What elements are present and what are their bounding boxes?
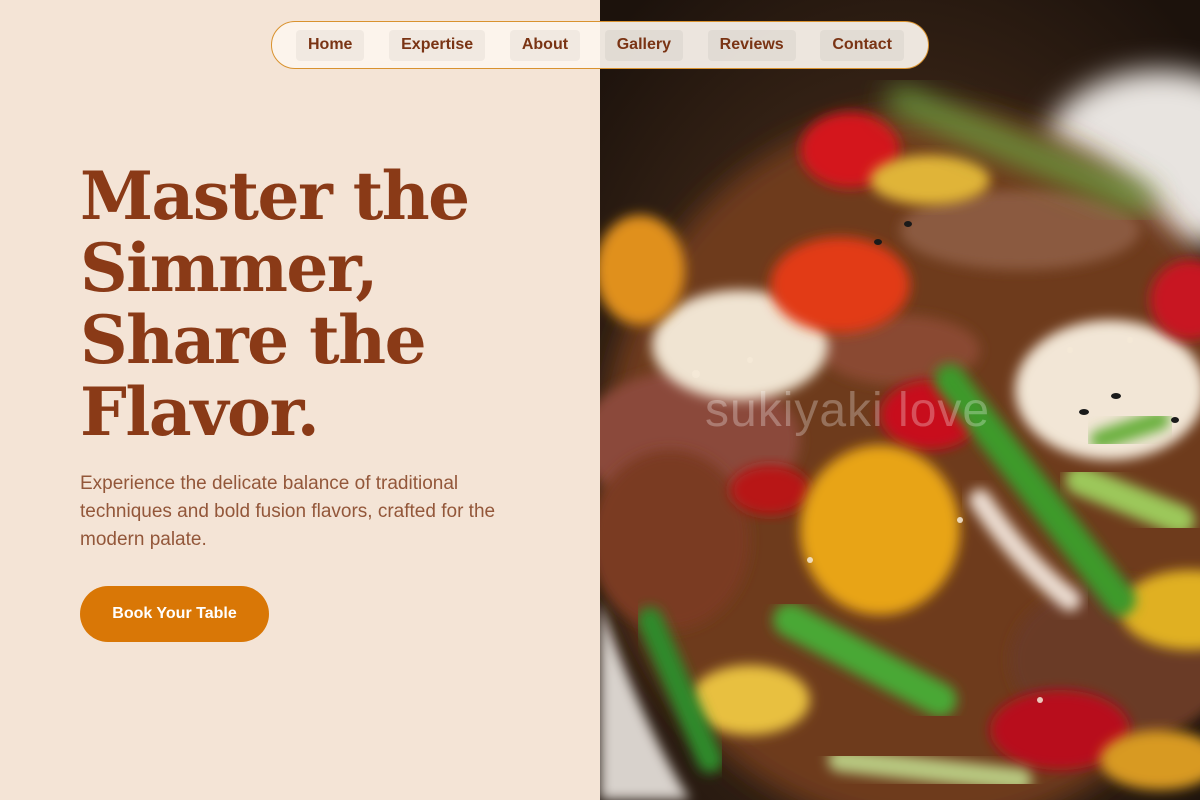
- nav-item-contact[interactable]: Contact: [820, 29, 904, 61]
- hero-headline: Master the Simmer, Share the Flavor.: [80, 160, 560, 448]
- hero-food-image: sukiyaki love: [600, 0, 1200, 800]
- headline-line-3: Share the: [80, 301, 427, 379]
- hero-description: Experience the delicate balance of tradi…: [80, 473, 496, 550]
- book-table-button[interactable]: Book Your Table: [80, 586, 269, 642]
- headline-line-4: Flavor.: [80, 373, 320, 451]
- nav-item-about[interactable]: About: [509, 29, 581, 61]
- nav-item-gallery[interactable]: Gallery: [604, 29, 683, 61]
- top-navigation: Home Expertise About Gallery Reviews Con…: [271, 21, 929, 69]
- nav-item-reviews[interactable]: Reviews: [707, 29, 796, 61]
- nav-item-home[interactable]: Home: [296, 29, 365, 61]
- headline-line-1: Master the: [80, 157, 470, 235]
- image-watermark: sukiyaki love: [705, 384, 991, 437]
- headline-line-2: Simmer,: [80, 229, 378, 307]
- nav-item-expertise[interactable]: Expertise: [389, 29, 486, 61]
